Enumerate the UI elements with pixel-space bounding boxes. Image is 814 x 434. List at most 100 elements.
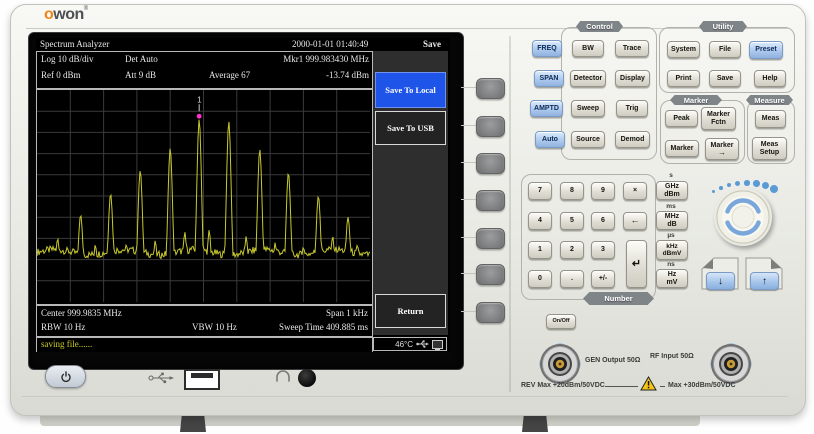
softkey-line: [461, 125, 476, 126]
preset-button[interactable]: Preset: [749, 41, 783, 59]
on-off-button[interactable]: On/Off: [546, 314, 576, 329]
bw-button[interactable]: BW: [572, 40, 604, 57]
softkey-6[interactable]: [476, 264, 505, 285]
softkey-line: [461, 199, 476, 200]
brand-logo-o: o: [44, 6, 53, 23]
spectrum-analyzer-front-panel: owon® Spectrum Analyzer 2000-01-01 01:40…: [0, 0, 814, 434]
spectrum-trace: 1: [37, 90, 370, 302]
control-group-label: Control: [576, 21, 623, 32]
softkey-7[interactable]: [476, 302, 505, 323]
freq-button[interactable]: FREQ: [532, 40, 562, 57]
softkey-1[interactable]: [476, 78, 505, 99]
key-4[interactable]: 4: [528, 212, 552, 230]
softkey-3[interactable]: [476, 153, 505, 174]
meas-setup-button[interactable]: Meas Setup: [752, 137, 787, 160]
key-plus-minus[interactable]: +/-: [591, 270, 615, 288]
knob-scale-dot: [735, 181, 740, 186]
marker-to-arrow-icon: →: [718, 150, 726, 156]
rf-input-connector: [707, 340, 755, 388]
key-1[interactable]: 1: [528, 241, 552, 259]
unit-hint-us: µs: [656, 232, 686, 239]
key-multiply[interactable]: ×: [623, 182, 647, 200]
unit-key-khz-dbmv[interactable]: kHz dBmV: [656, 240, 688, 260]
power-button[interactable]: [45, 365, 86, 388]
softkey-5[interactable]: [476, 228, 505, 249]
detector-readout: Det Auto: [125, 54, 158, 64]
span-readout: Span 1 kHz: [326, 308, 368, 318]
down-arrow-icon: ↓: [718, 276, 723, 287]
key-decimal[interactable]: .: [560, 270, 584, 288]
auto-button[interactable]: Auto: [535, 131, 565, 148]
meas-setup-line1: Meas: [761, 141, 779, 149]
print-button[interactable]: Print: [667, 70, 700, 87]
headphone-jack[interactable]: [298, 369, 316, 387]
unit-key-line2: dBmV: [663, 250, 682, 257]
key-6[interactable]: 6: [591, 212, 615, 230]
key-8[interactable]: 8: [560, 182, 584, 200]
detector-button[interactable]: Detector: [570, 70, 606, 87]
menu-item-save-to-local[interactable]: Save To Local: [375, 72, 446, 108]
knob-scale-dot: [727, 183, 731, 187]
step-down-button[interactable]: ↓: [706, 272, 735, 290]
sweep-time-readout: Sweep Time 409.885 ms: [279, 322, 368, 332]
menu-item-return[interactable]: Return: [375, 294, 446, 328]
softkey-4[interactable]: [476, 190, 505, 211]
unit-key-ghz-dbm[interactable]: GHz dBm: [656, 181, 688, 200]
display-button[interactable]: Display: [615, 70, 650, 87]
unit-key-line1: Hz: [668, 271, 677, 279]
remote-pc-status-icon: [432, 340, 443, 349]
amptd-button[interactable]: AMPTD: [530, 100, 563, 117]
rbw-readout: RBW 10 Hz: [41, 322, 85, 332]
attenuation-readout: Att 9 dB: [125, 70, 156, 80]
rotary-knob[interactable]: [714, 188, 772, 246]
marker-button[interactable]: Marker: [665, 140, 699, 157]
key-enter[interactable]: ↵: [626, 240, 647, 288]
softkey-2[interactable]: [476, 116, 505, 137]
demod-button[interactable]: Demod: [615, 131, 650, 148]
span-button[interactable]: SPAN: [534, 70, 564, 87]
info-box: Log 10 dB/div Det Auto Mkr1 999.983430 M…: [36, 51, 373, 89]
rf-input-label: RF Input 50Ω: [650, 353, 694, 360]
utility-group-label: Utility: [699, 21, 747, 32]
up-arrow-icon: ↑: [762, 276, 767, 287]
save-button[interactable]: Save: [709, 70, 741, 87]
usb-port[interactable]: [184, 369, 220, 390]
source-button[interactable]: Source: [571, 131, 605, 148]
key-5[interactable]: 5: [560, 212, 584, 230]
temperature-readout: 46°C: [395, 340, 413, 349]
peak-button[interactable]: Peak: [665, 110, 698, 127]
trig-button[interactable]: Trig: [616, 100, 648, 117]
key-3[interactable]: 3: [591, 241, 615, 259]
headphone-icon: [275, 369, 291, 382]
meas-button[interactable]: Meas: [755, 110, 786, 128]
step-up-button[interactable]: ↑: [750, 272, 779, 290]
key-2[interactable]: 2: [560, 241, 584, 259]
key-7[interactable]: 7: [528, 182, 552, 200]
unit-key-hz-mv[interactable]: Hz mV: [656, 269, 688, 288]
key-backspace[interactable]: ←: [623, 212, 647, 230]
unit-key-line2: dB: [667, 221, 676, 229]
marker-fctn-button[interactable]: Marker Fctn: [701, 107, 736, 130]
rotary-knob-face: [714, 188, 772, 246]
unit-key-line2: mV: [667, 279, 678, 287]
menu-item-save-to-usb[interactable]: Save To USB: [375, 111, 446, 145]
trace-button[interactable]: Trace: [615, 40, 649, 57]
file-button[interactable]: File: [709, 41, 741, 58]
key-0[interactable]: 0: [528, 270, 552, 288]
spectrum-plot: 1: [36, 89, 373, 305]
key-9[interactable]: 9: [591, 182, 615, 200]
marker-to-button[interactable]: Marker →: [705, 138, 739, 160]
unit-key-line2: dBm: [664, 191, 680, 199]
scale-readout: Log 10 dB/div: [41, 54, 94, 64]
usb-port-tongue: [191, 373, 213, 378]
marker-group-label: Marker: [670, 95, 722, 105]
system-button[interactable]: System: [667, 41, 700, 58]
gen-output-connector: [536, 340, 584, 388]
sweep-button[interactable]: Sweep: [571, 100, 605, 117]
marker-fctn-line2: Fctn: [711, 119, 726, 127]
softkey-line: [461, 311, 476, 312]
unit-key-mhz-db[interactable]: MHz dB: [656, 211, 688, 230]
menu-title: Save: [423, 39, 441, 49]
help-button[interactable]: Help: [754, 70, 786, 87]
registered-mark: ®: [84, 6, 88, 12]
